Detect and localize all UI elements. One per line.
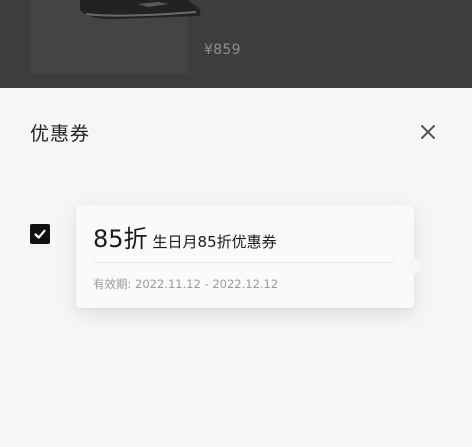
coupon-notch (406, 258, 422, 274)
page: ¥859 优惠券 85折 生日月85折优惠券 有效期: 2022.11.12 -… (0, 0, 472, 447)
coupon-divider (93, 262, 395, 263)
close-icon (421, 125, 435, 139)
checkmark-icon (34, 229, 46, 239)
coupon-discount: 85折 (93, 225, 148, 253)
coupon-card[interactable]: 85折 生日月85折优惠券 有效期: 2022.11.12 - 2022.12.… (76, 205, 422, 308)
product-price: ¥859 (204, 42, 241, 58)
coupon-header: 85折 生日月85折优惠券 (93, 219, 277, 254)
shoe-image (80, 0, 201, 20)
coupon-validity: 有效期: 2022.11.12 - 2022.12.12 (93, 277, 279, 291)
coupon-name: 生日月85折优惠券 (152, 233, 277, 251)
coupon-sheet: 优惠券 85折 生日月85折优惠券 有效期: 2022.11.12 - 2022… (0, 88, 472, 447)
dimmed-backdrop[interactable]: ¥859 (0, 0, 472, 88)
close-button[interactable] (414, 118, 442, 146)
sheet-title: 优惠券 (30, 123, 91, 145)
product-card (30, 0, 201, 74)
coupon-checkbox[interactable] (30, 224, 50, 244)
